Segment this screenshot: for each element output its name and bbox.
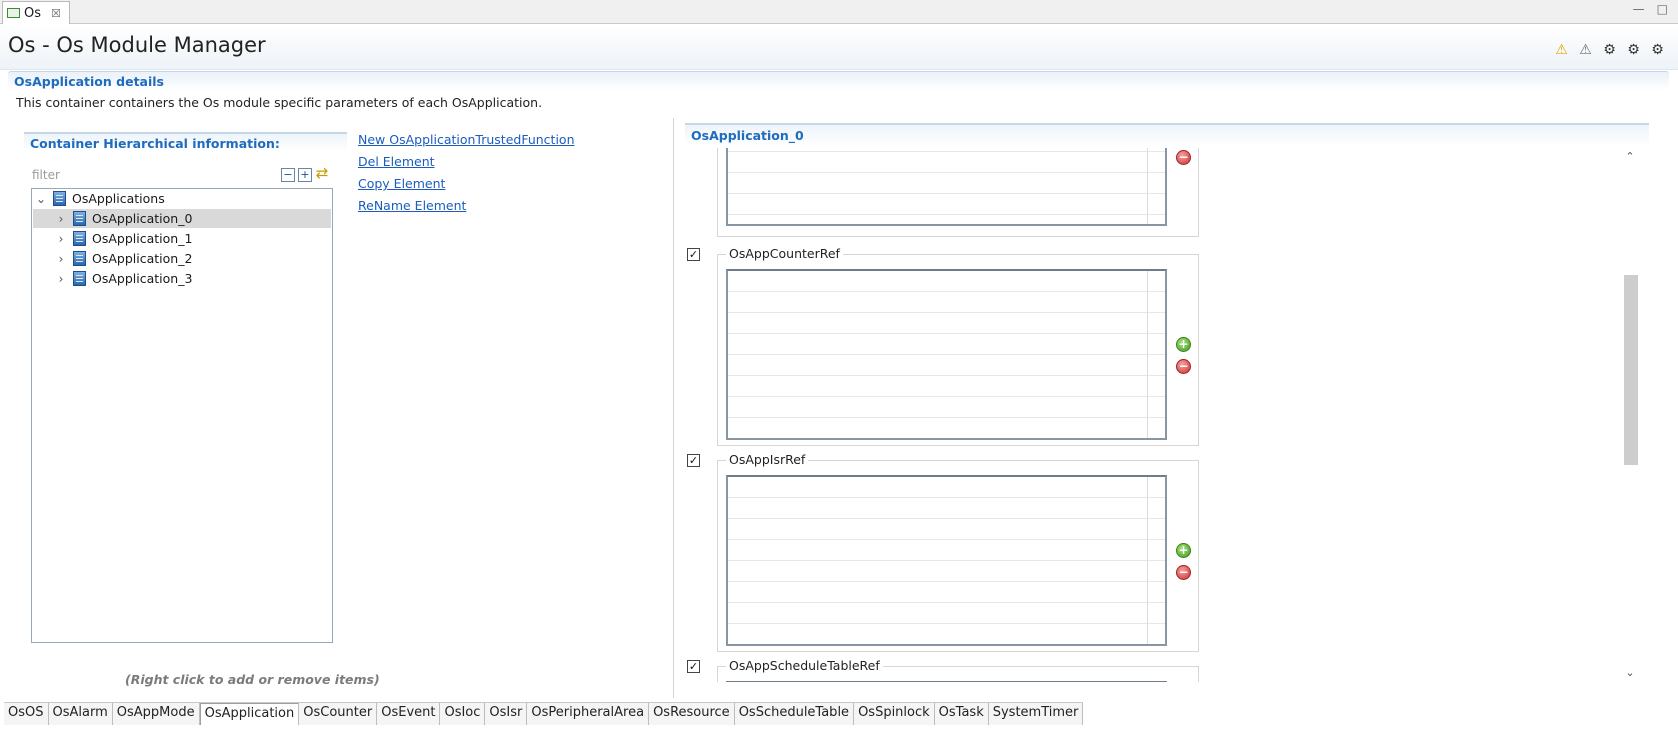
tab-osscheduletable[interactable]: OsScheduleTable — [734, 703, 855, 725]
tab-osperipheralarea[interactable]: OsPeripheralArea — [527, 703, 650, 725]
ref-group-counter: ✓ OsAppCounterRef + − — [687, 246, 1199, 446]
detail-title: OsApplication_0 — [685, 123, 1649, 147]
chevron-right-icon[interactable]: › — [55, 252, 67, 266]
counter-ref-label: OsAppCounterRef — [726, 246, 843, 261]
del-element-link[interactable]: Del Element — [358, 154, 575, 176]
tab-osappmode[interactable]: OsAppMode — [112, 703, 200, 725]
tab-osos[interactable]: OsOS — [4, 703, 49, 725]
tree-root-label: OsApplications — [72, 191, 165, 206]
collapse-all-icon[interactable]: − — [281, 168, 295, 182]
scroll-up-icon[interactable]: ⌃ — [1624, 150, 1636, 164]
schedule-table-ref-checkbox[interactable]: ✓ — [687, 660, 700, 673]
link-editor-icon[interactable]: ⇄ — [315, 166, 329, 182]
isr-ref-checkbox[interactable]: ✓ — [687, 454, 700, 467]
container-icon — [73, 211, 86, 226]
tab-ostask[interactable]: OsTask — [934, 703, 989, 725]
window-controls: — □ — [1633, 2, 1668, 16]
chevron-down-icon[interactable]: ⌄ — [35, 192, 47, 206]
bottom-tab-bar: OsOS OsAlarm OsAppMode OsApplication OsC… — [4, 702, 1084, 725]
settings-icon[interactable]: ⚙ — [1649, 42, 1666, 58]
tab-osspinlock[interactable]: OsSpinlock — [854, 703, 935, 725]
remove-ref-button[interactable]: − — [1176, 150, 1191, 165]
add-counter-ref-button[interactable]: + — [1176, 337, 1191, 352]
file-icon — [7, 8, 20, 18]
error-filter-icon[interactable]: ⚠ — [1577, 42, 1594, 58]
tab-osioc[interactable]: OsIoc — [440, 703, 486, 725]
tab-osresource[interactable]: OsResource — [649, 703, 735, 725]
tab-oscounter[interactable]: OsCounter — [299, 703, 378, 725]
ref-group-isr: ✓ OsAppIsrRef + − — [687, 452, 1199, 652]
tree-item-label: OsApplication_0 — [92, 211, 193, 226]
tree-item[interactable]: › OsApplication_2 — [33, 249, 331, 268]
container-icon — [73, 231, 86, 246]
tree-item[interactable]: › OsApplication_3 — [33, 269, 331, 288]
warning-icon[interactable]: ⚠ — [1553, 42, 1570, 58]
expand-all-icon[interactable]: + — [298, 168, 312, 182]
scroll-thumb[interactable] — [1624, 275, 1638, 465]
rename-element-link[interactable]: ReName Element — [358, 198, 575, 220]
section-description: This container containers the Os module … — [16, 95, 543, 110]
maximize-icon[interactable]: □ — [1657, 2, 1668, 16]
ref-group-schedule-table: ✓ OsAppScheduleTableRef — [687, 658, 1199, 682]
editor-tab-bar: Os ☒ — □ — [0, 0, 1678, 24]
editor-tab-label: Os — [24, 5, 42, 21]
editor-tab-os[interactable]: Os ☒ — [2, 1, 70, 24]
tree-item[interactable]: › OsApplication_0 — [33, 209, 331, 228]
tree-item[interactable]: › OsApplication_1 — [33, 229, 331, 248]
right-click-hint: (Right click to add or remove items) — [125, 672, 380, 687]
scroll-down-icon[interactable]: ⌄ — [1624, 666, 1636, 680]
tree-root[interactable]: ⌄ OsApplications — [33, 189, 331, 208]
remove-isr-ref-button[interactable]: − — [1176, 565, 1191, 580]
new-trusted-function-link[interactable]: New OsApplicationTrustedFunction — [358, 132, 575, 154]
container-icon — [73, 271, 86, 286]
detail-scroll-area[interactable]: − ✓ OsAppCounterRef + − ✓ OsAppIsrRef + … — [685, 148, 1649, 682]
schedule-table-ref-label: OsAppScheduleTableRef — [726, 658, 883, 673]
chevron-right-icon[interactable]: › — [55, 272, 67, 286]
counter-ref-table[interactable] — [726, 269, 1167, 440]
validate-icon[interactable]: ⚙ — [1601, 42, 1618, 58]
module-header: Os - Os Module Manager ⚠ ⚠ ⚙ ⚙ ⚙ — [0, 24, 1678, 70]
remove-counter-ref-button[interactable]: − — [1176, 359, 1191, 374]
section-title: OsApplication details — [8, 71, 1669, 91]
isr-ref-label: OsAppIsrRef — [726, 452, 809, 467]
action-links: New OsApplicationTrustedFunction Del Ele… — [358, 132, 575, 220]
chevron-right-icon[interactable]: › — [55, 212, 67, 226]
tree-toolbar: − + ⇄ — [281, 166, 329, 182]
counter-ref-checkbox[interactable]: ✓ — [687, 248, 700, 261]
container-icon — [53, 191, 66, 206]
tab-systemtimer[interactable]: SystemTimer — [988, 703, 1084, 725]
tab-osevent[interactable]: OsEvent — [377, 703, 441, 725]
ref-table[interactable] — [726, 148, 1167, 226]
copy-element-link[interactable]: Copy Element — [358, 176, 575, 198]
tree-item-label: OsApplication_1 — [92, 231, 193, 246]
tab-osalarm[interactable]: OsAlarm — [48, 703, 113, 725]
add-isr-ref-button[interactable]: + — [1176, 543, 1191, 558]
page-title: Os - Os Module Manager — [8, 33, 266, 57]
isr-ref-table[interactable] — [726, 475, 1167, 646]
schedule-table-ref-table[interactable] — [726, 681, 1167, 682]
filter-input[interactable]: filter — [32, 168, 60, 182]
generate-icon[interactable]: ⚙ — [1625, 42, 1642, 58]
panel-divider[interactable] — [673, 118, 674, 698]
tree-item-label: OsApplication_3 — [92, 271, 193, 286]
ref-group-prev: − — [717, 148, 1199, 237]
hierarchy-title: Container Hierarchical information: — [24, 132, 347, 152]
container-icon — [73, 251, 86, 266]
minimize-icon[interactable]: — — [1633, 2, 1645, 16]
detail-scrollbar[interactable]: ⌃ ⌄ — [1621, 148, 1639, 682]
tab-osapplication[interactable]: OsApplication — [199, 703, 300, 725]
chevron-right-icon[interactable]: › — [55, 232, 67, 246]
tree-item-label: OsApplication_2 — [92, 251, 193, 266]
tab-osisr[interactable]: OsIsr — [485, 703, 528, 725]
container-tree[interactable]: ⌄ OsApplications › OsApplication_0 › OsA… — [31, 188, 333, 643]
header-toolbar: ⚠ ⚠ ⚙ ⚙ ⚙ — [1553, 42, 1666, 58]
close-icon[interactable]: ☒ — [51, 7, 61, 20]
